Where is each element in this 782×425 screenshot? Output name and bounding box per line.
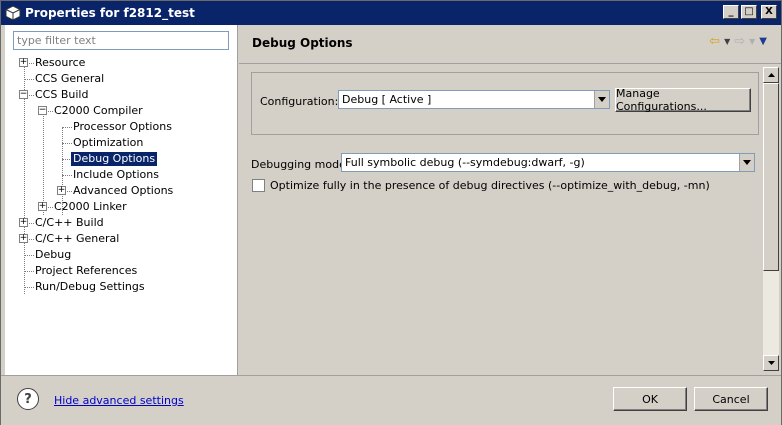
tree-item-label: CCS General bbox=[35, 72, 105, 85]
dialog-footer: ? Hide advanced settings OK Cancel bbox=[1, 375, 781, 425]
ok-button[interactable]: OK bbox=[613, 387, 687, 411]
tree-item-label: Debug bbox=[35, 248, 72, 261]
minimize-button[interactable]: _ bbox=[723, 5, 739, 19]
debugging-model-select[interactable]: Full symbolic debug (--symdebug:dwarf, -… bbox=[341, 153, 755, 172]
expand-icon[interactable]: + bbox=[57, 186, 66, 195]
tree-item-cpp-build[interactable]: C/C++ Build bbox=[33, 215, 106, 231]
configuration-value: Debug [ Active ] bbox=[342, 93, 432, 106]
tree-item-advanced-options[interactable]: Advanced Options bbox=[71, 183, 175, 199]
expand-icon[interactable]: + bbox=[19, 218, 28, 227]
page-header: Debug Options ⇦ ▼ ⇨ ▼ ▼ bbox=[239, 25, 781, 63]
tree-item-include-options[interactable]: Include Options bbox=[71, 167, 161, 183]
tree-item-label: Optimization bbox=[73, 136, 144, 149]
minimize-icon: _ bbox=[728, 6, 734, 17]
page-title: Debug Options bbox=[252, 36, 353, 50]
tree-item-label: Advanced Options bbox=[73, 184, 174, 197]
tree-item-ccs-build[interactable]: CCS Build bbox=[33, 87, 90, 103]
tree-item-cpp-general[interactable]: C/C++ General bbox=[33, 231, 121, 247]
tree-item-label: CCS Build bbox=[35, 88, 89, 101]
tree-item-label: Run/Debug Settings bbox=[35, 280, 145, 293]
tree-item-c2000-linker[interactable]: C2000 Linker bbox=[52, 199, 129, 215]
back-dropdown-icon[interactable]: ▼ bbox=[724, 35, 730, 49]
cancel-button[interactable]: Cancel bbox=[694, 387, 768, 411]
hide-advanced-settings-link[interactable]: Hide advanced settings bbox=[54, 394, 184, 407]
expand-icon[interactable]: + bbox=[19, 234, 28, 243]
tree-item-label: C2000 Compiler bbox=[54, 104, 143, 117]
chevron-down-icon bbox=[767, 361, 775, 365]
scroll-up-button[interactable] bbox=[763, 67, 779, 83]
tree-item-label: Resource bbox=[35, 56, 86, 69]
tree-item-ccs-general[interactable]: CCS General bbox=[33, 71, 106, 87]
navigation-pane: + − − + + + + Resource CCS General CCS B… bbox=[5, 25, 238, 375]
app-cube-icon bbox=[5, 5, 21, 21]
filter-input[interactable] bbox=[13, 31, 229, 50]
vertical-scrollbar[interactable] bbox=[763, 67, 779, 371]
optimize-checkbox[interactable] bbox=[252, 179, 265, 192]
maximize-icon: □ bbox=[744, 6, 754, 17]
collapse-icon[interactable]: − bbox=[38, 106, 47, 115]
tree-item-label: C2000 Linker bbox=[54, 200, 127, 213]
scroll-down-button[interactable] bbox=[763, 355, 779, 371]
tree-item-c2000-compiler[interactable]: C2000 Compiler bbox=[52, 103, 145, 119]
chevron-down-icon bbox=[739, 154, 754, 171]
manage-configurations-button[interactable]: Manage Configurations... bbox=[615, 87, 751, 113]
tree-item-run-debug-settings[interactable]: Run/Debug Settings bbox=[33, 279, 147, 295]
expand-icon[interactable]: + bbox=[38, 202, 47, 211]
tree-item-label: Project References bbox=[35, 264, 138, 277]
maximize-button[interactable]: □ bbox=[741, 5, 757, 19]
tree-item-label: Include Options bbox=[73, 168, 159, 181]
tree-item-label: Processor Options bbox=[73, 120, 172, 133]
tree-item-label: C/C++ General bbox=[35, 232, 120, 245]
forward-arrow-icon[interactable]: ⇨ bbox=[734, 35, 745, 49]
page-content: Configuration: Debug [ Active ] Manage C… bbox=[249, 70, 759, 370]
tree-item-optimization[interactable]: Optimization bbox=[71, 135, 145, 151]
optimize-checkbox-label: Optimize fully in the presence of debug … bbox=[270, 179, 710, 192]
close-button[interactable]: X bbox=[761, 5, 777, 19]
close-icon: X bbox=[765, 6, 773, 17]
configuration-label: Configuration: bbox=[260, 95, 339, 108]
debugging-model-label: Debugging model bbox=[251, 158, 349, 171]
scroll-thumb[interactable] bbox=[763, 83, 779, 271]
debugging-model-value: Full symbolic debug (--symdebug:dwarf, -… bbox=[345, 156, 585, 169]
window-title: Properties for f2812_test bbox=[25, 6, 195, 20]
view-menu-icon[interactable]: ▼ bbox=[759, 35, 767, 49]
chevron-up-icon bbox=[767, 73, 775, 77]
settings-page: Debug Options ⇦ ▼ ⇨ ▼ ▼ Configuration: D… bbox=[239, 25, 781, 375]
chevron-down-icon bbox=[594, 91, 609, 108]
tree-item-label: Debug Options bbox=[71, 152, 158, 166]
properties-dialog: Properties for f2812_test _ □ X type fil… bbox=[0, 0, 782, 425]
collapse-icon[interactable]: − bbox=[19, 90, 28, 99]
tree-item-resource[interactable]: Resource bbox=[33, 55, 87, 71]
header-divider bbox=[239, 63, 781, 64]
tree-item-debug-options[interactable]: Debug Options bbox=[71, 151, 158, 167]
configuration-select[interactable]: Debug [ Active ] bbox=[338, 90, 610, 109]
tree-item-project-references[interactable]: Project References bbox=[33, 263, 139, 279]
tree-item-processor-options[interactable]: Processor Options bbox=[71, 119, 174, 135]
title-bar[interactable]: Properties for f2812_test _ □ X bbox=[1, 1, 781, 25]
tree-item-label: C/C++ Build bbox=[35, 216, 104, 229]
back-arrow-icon[interactable]: ⇦ bbox=[709, 35, 720, 49]
help-icon[interactable]: ? bbox=[17, 388, 39, 410]
expand-icon[interactable]: + bbox=[19, 58, 28, 67]
forward-dropdown-icon[interactable]: ▼ bbox=[749, 35, 755, 49]
configuration-group: Configuration: Debug [ Active ] Manage C… bbox=[251, 72, 759, 135]
tree-item-debug[interactable]: Debug bbox=[33, 247, 73, 263]
